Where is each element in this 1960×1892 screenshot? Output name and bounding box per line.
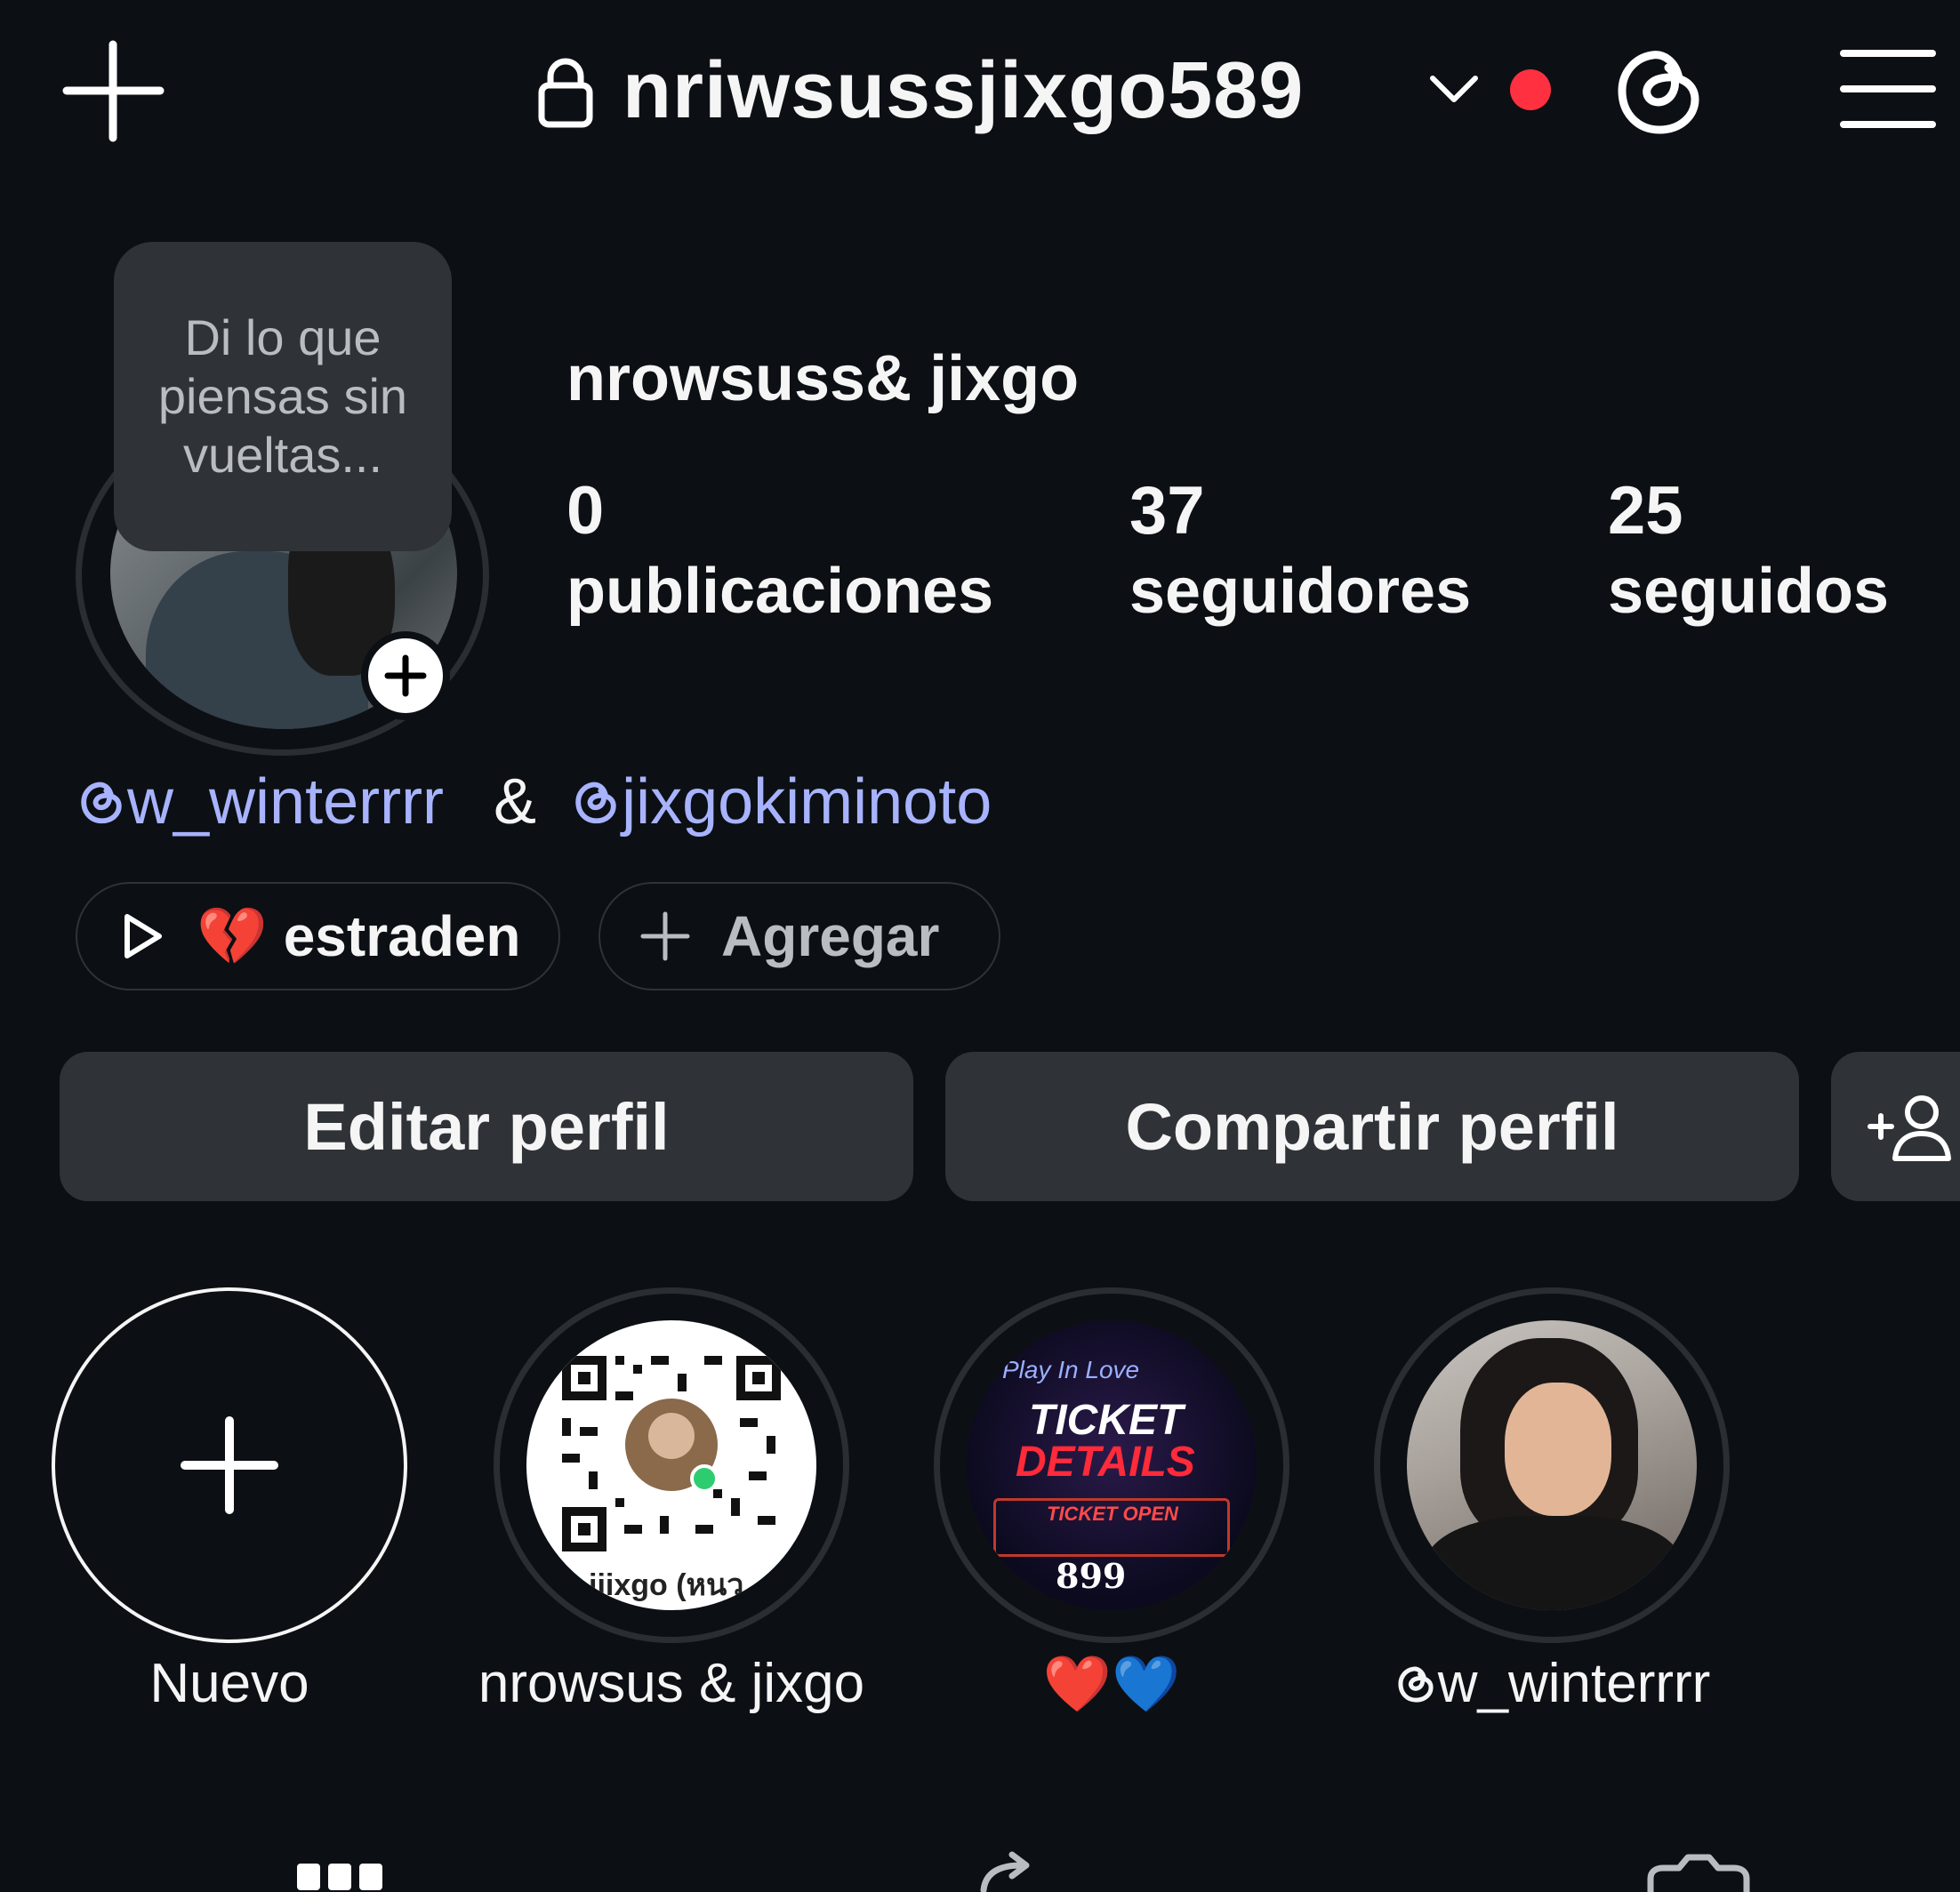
mention-text: jixgokiminoto: [622, 766, 992, 838]
highlight-label: ❤️💙: [1042, 1654, 1181, 1715]
highlight-label: Nuevo: [149, 1653, 309, 1714]
highlight-ticket[interactable]: Play In Love TICKET DETAILS TICKET OPEN …: [934, 1287, 1289, 1643]
lock-icon: [538, 58, 593, 128]
stat-following[interactable]: 25 seguidos: [1608, 471, 1889, 631]
ticket-script: Play In Love: [1002, 1356, 1140, 1383]
stat-count: 25: [1608, 473, 1683, 549]
discover-people-button[interactable]: [1831, 1052, 1960, 1201]
plus-icon: [181, 1416, 278, 1514]
chevron-down-icon[interactable]: [1427, 71, 1481, 107]
threads-icon[interactable]: [1610, 36, 1707, 142]
note-bubble[interactable]: Di lo que piensas sin vueltas...: [114, 242, 452, 551]
mention-link-winter[interactable]: w_winterrrr: [76, 766, 462, 838]
ticket-subtitle: DETAILS: [1016, 1439, 1195, 1486]
share-profile-button[interactable]: Compartir perfil: [945, 1052, 1799, 1201]
bio-mentions: w_winterrrr & jixgokiminoto: [76, 762, 992, 842]
add-person-icon: [1868, 1095, 1951, 1161]
music-title: estraden: [283, 904, 521, 968]
stat-label: seguidores: [1129, 556, 1472, 627]
stat-label: seguidos: [1608, 556, 1890, 627]
threads-mention-icon: [575, 782, 616, 824]
stat-followers[interactable]: 37 seguidores: [1129, 471, 1471, 631]
qr-caption: jiixgo (หนว: [589, 1568, 744, 1602]
mention-separator: &: [494, 766, 537, 838]
add-story-icon[interactable]: [361, 631, 450, 720]
note-text: Di lo que piensas sin vueltas...: [157, 309, 408, 483]
highlight-label: nrowsus & jixgo: [478, 1653, 865, 1714]
stat-label: publicaciones: [566, 556, 994, 627]
stat-posts[interactable]: 0 publicaciones: [566, 471, 993, 631]
hamburger-menu-icon[interactable]: [1839, 44, 1937, 133]
highlight-photo[interactable]: [1374, 1287, 1730, 1643]
threads-mention-icon: [1398, 1666, 1434, 1703]
account-username[interactable]: nriwsussjixgo589: [623, 46, 1304, 135]
plus-icon: [640, 911, 690, 961]
mention-link-jixgo[interactable]: jixgokiminoto: [570, 766, 992, 838]
stat-count: 0: [566, 473, 605, 549]
profile-music-pill[interactable]: 💔 estraden: [76, 882, 560, 990]
mention-text: w_winterrrr: [127, 766, 445, 838]
threads-mention-icon: [81, 782, 122, 824]
reels-icon[interactable]: [976, 1849, 1048, 1892]
highlight-new[interactable]: [52, 1287, 407, 1643]
music-emoji: 💔: [197, 903, 268, 968]
highlight-label: w_winterrrr: [1437, 1653, 1711, 1714]
play-icon: [125, 914, 162, 958]
ticket-price: 899: [1056, 1556, 1127, 1596]
highlight-mention: w_winterrrr: [1303, 1652, 1801, 1715]
grid-icon[interactable]: [295, 1858, 384, 1892]
edit-profile-button[interactable]: Editar perfil: [60, 1052, 913, 1201]
add-link-pill[interactable]: Agregar: [598, 882, 1000, 990]
add-pill-label: Agregar: [721, 904, 940, 968]
notification-dot: [1510, 69, 1551, 110]
new-post-plus-icon[interactable]: [62, 40, 165, 142]
stat-count: 37: [1129, 473, 1205, 549]
display-name: nrowsuss& jixgo: [566, 343, 1080, 414]
ticket-open: TICKET OPEN: [1047, 1503, 1178, 1525]
tagged-icon[interactable]: [1645, 1854, 1752, 1892]
highlight-qr[interactable]: jiixgo (หนว: [494, 1287, 849, 1643]
